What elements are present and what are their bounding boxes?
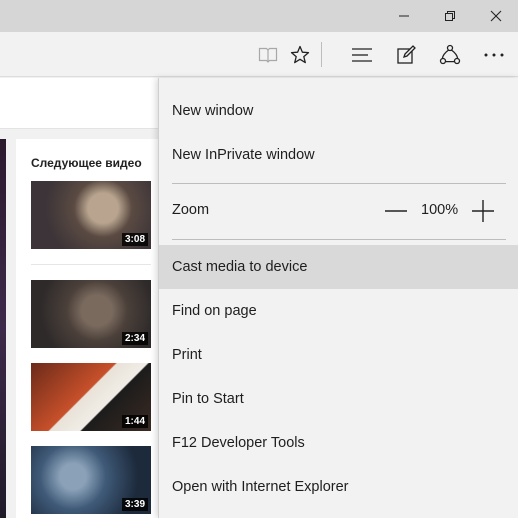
menu-item-new-window[interactable]: New window [159, 89, 518, 133]
video-thumbnail[interactable]: 3:08 [31, 181, 151, 249]
zoom-level: 100% [421, 202, 459, 218]
related-videos-panel: Следующее видео 3:08 2:34 1:44 3:39 [16, 139, 160, 518]
plus-icon [472, 200, 494, 222]
title-bar [0, 0, 518, 32]
reading-view-icon [258, 47, 278, 63]
menu-zoom-row: Zoom 100% [159, 189, 518, 233]
menu-item-find-on-page[interactable]: Find on page [159, 289, 518, 333]
menu-item-new-inprivate-window[interactable]: New InPrivate window [159, 133, 518, 177]
menu-separator [172, 183, 506, 184]
hub-button[interactable] [340, 32, 384, 77]
more-icon [484, 53, 504, 56]
minimize-icon [399, 15, 409, 17]
zoom-out-button[interactable] [382, 199, 410, 223]
menu-item-developer-tools[interactable]: F12 Developer Tools [159, 421, 518, 465]
menu-item-cast-media[interactable]: Cast media to device [159, 245, 518, 289]
restore-icon [445, 11, 455, 21]
menu-item-open-with-ie[interactable]: Open with Internet Explorer [159, 465, 518, 509]
browser-toolbar [0, 32, 518, 77]
video-duration: 3:08 [121, 233, 148, 246]
more-button[interactable] [472, 32, 516, 77]
hub-icon [352, 47, 372, 62]
close-icon [490, 10, 502, 22]
share-icon [439, 44, 461, 64]
menu-separator [172, 239, 506, 240]
more-actions-menu: New window New InPrivate window Zoom 100… [158, 78, 518, 518]
video-thumbnail[interactable]: 1:44 [31, 363, 151, 431]
video-thumbnail[interactable]: 2:34 [31, 280, 151, 348]
list-divider [31, 264, 151, 265]
zoom-in-button[interactable] [469, 197, 497, 225]
edge-browser-window: Следующее видео 3:08 2:34 1:44 3:39 New … [0, 0, 518, 518]
restore-button[interactable] [427, 0, 473, 32]
video-player[interactable] [0, 139, 6, 518]
close-button[interactable] [473, 0, 518, 32]
minimize-button[interactable] [381, 0, 427, 32]
menu-item-print[interactable]: Print [159, 333, 518, 377]
favorites-star-icon [290, 45, 310, 63]
video-duration: 1:44 [121, 415, 148, 428]
web-note-icon [397, 44, 416, 64]
menu-item-pin-to-start[interactable]: Pin to Start [159, 377, 518, 421]
video-duration: 3:39 [121, 498, 148, 511]
video-duration: 2:34 [121, 332, 148, 345]
video-thumbnail[interactable]: 3:39 [31, 446, 151, 514]
zoom-label: Zoom [172, 202, 210, 218]
web-note-button[interactable] [384, 32, 428, 77]
up-next-title: Следующее видео [31, 156, 142, 170]
share-button[interactable] [428, 32, 472, 77]
toolbar-divider [321, 42, 322, 67]
minus-icon [385, 210, 407, 212]
favorites-button[interactable] [278, 32, 322, 77]
